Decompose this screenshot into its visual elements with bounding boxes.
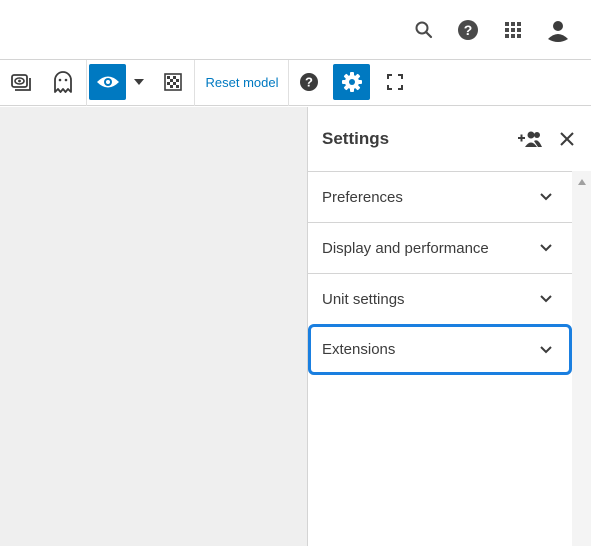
chevron-down-icon	[538, 240, 554, 256]
settings-accordion: Preferences Display and performance Unit…	[308, 171, 572, 375]
svg-text:?: ?	[464, 22, 473, 38]
model-viewport[interactable]	[0, 107, 307, 546]
section-display-and-performance[interactable]: Display and performance	[308, 222, 572, 273]
fullscreen-icon[interactable]	[380, 64, 410, 100]
3d-view-icon[interactable]	[6, 64, 36, 100]
panel-title: Settings	[322, 129, 390, 148]
section-preferences[interactable]: Preferences	[308, 171, 572, 222]
section-label: Display and performance	[322, 239, 489, 257]
section-unit-settings[interactable]: Unit settings	[308, 273, 572, 324]
eye-icon[interactable]	[89, 64, 126, 100]
model-toolbar: Reset model ?	[0, 60, 591, 106]
ghost-icon[interactable]	[48, 64, 78, 100]
user-avatar-icon[interactable]	[542, 14, 574, 46]
settings-panel-header: Settings	[308, 107, 591, 171]
section-extensions[interactable]: Extensions	[308, 324, 572, 375]
help-icon[interactable]: ?	[452, 14, 484, 46]
checkerboard-icon[interactable]	[158, 64, 188, 100]
add-user-icon[interactable]	[516, 125, 544, 153]
toolbar-separator	[288, 60, 289, 106]
chevron-down-icon	[538, 189, 554, 205]
close-icon[interactable]	[553, 125, 581, 153]
panel-scrollbar[interactable]	[572, 171, 591, 546]
search-icon[interactable]	[408, 14, 440, 46]
help-icon[interactable]: ?	[294, 64, 324, 100]
reset-model-button[interactable]: Reset model	[200, 64, 284, 100]
settings-panel: Settings Preferences Display and perform…	[307, 107, 591, 546]
chevron-down-icon	[538, 291, 554, 307]
scroll-up-arrow-icon[interactable]	[578, 179, 586, 185]
dropdown-caret-icon[interactable]	[130, 64, 148, 100]
chevron-down-icon	[538, 342, 554, 358]
toolbar-separator	[194, 60, 195, 106]
section-label: Extensions	[322, 341, 396, 358]
section-label: Unit settings	[322, 290, 405, 308]
toolbar-separator	[86, 60, 87, 106]
top-bar: ?	[0, 0, 591, 60]
gear-icon[interactable]	[333, 64, 370, 100]
apps-grid-icon[interactable]	[497, 14, 529, 46]
reset-model-label: Reset model	[205, 74, 279, 90]
svg-text:?: ?	[305, 75, 313, 90]
section-label: Preferences	[322, 188, 403, 206]
